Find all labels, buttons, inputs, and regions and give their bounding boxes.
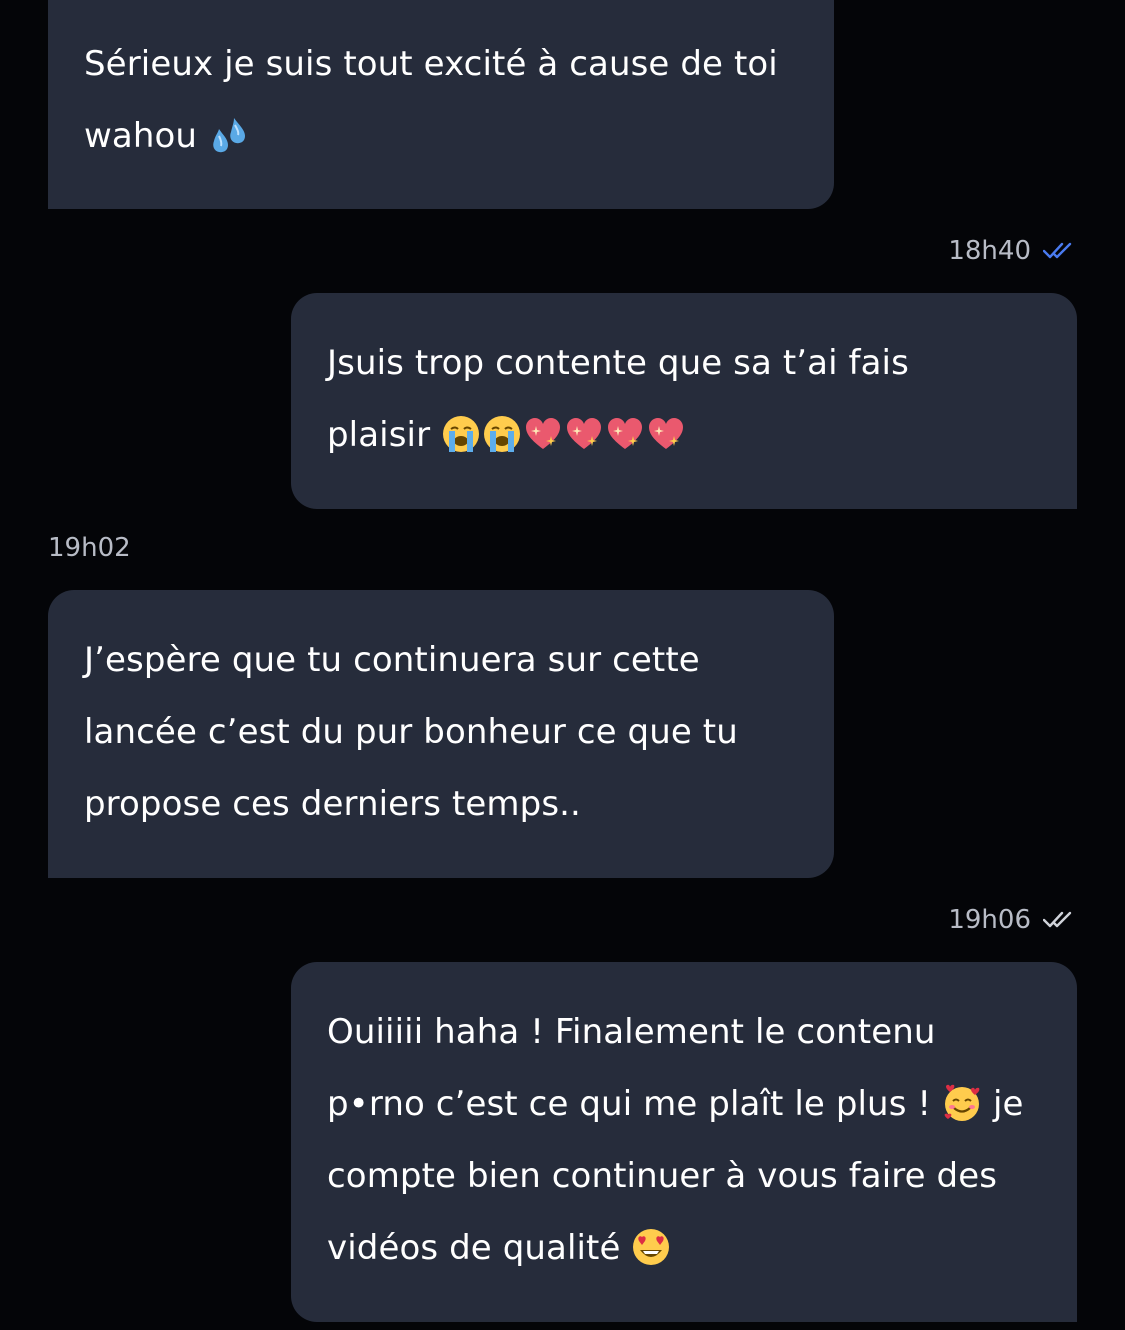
message-text-line: vidéos de qualité (327, 1228, 621, 1268)
message-text-line: lancée c’est du pur bonheur ce que tu (84, 712, 738, 752)
sparkling-heart-icon (523, 414, 563, 454)
sparkling-heart-icon (564, 414, 604, 454)
sweat-droplets-icon (208, 115, 248, 155)
message-timestamp: 18h40 (948, 236, 1077, 266)
message-timestamp: 19h06 (948, 905, 1077, 935)
message-bubble-outgoing[interactable]: Jsuis trop contente que sa t’ai fais pla… (291, 293, 1077, 509)
loudly-crying-face-icon (482, 414, 522, 454)
message-text-line: Jsuis trop contente que sa t’ai fais (327, 343, 909, 383)
sent-double-check-icon (1043, 910, 1077, 930)
message-text-line: J’espère que tu continuera sur cette (84, 640, 700, 680)
message-text-line: je (993, 1084, 1024, 1124)
message-text-line: plaisir (327, 415, 431, 455)
message-timestamp: 19h02 (48, 533, 131, 563)
read-receipt-double-check-icon (1043, 241, 1077, 261)
timestamp-text: 19h06 (948, 905, 1031, 935)
message-text-line: p•rno c’est ce qui me plaît le plus ! (327, 1084, 932, 1124)
smiling-face-with-hearts-icon (942, 1083, 982, 1123)
message-bubble-incoming[interactable]: Sérieux je suis tout excité à cause de t… (48, 0, 834, 209)
sparkling-heart-icon (646, 414, 686, 454)
message-text-line: wahou (84, 116, 198, 156)
message-bubble-outgoing[interactable]: Ouiiiii haha ! Finalement le contenu p•r… (291, 962, 1077, 1322)
timestamp-text: 18h40 (948, 236, 1031, 266)
heart-eyes-icon (631, 1227, 671, 1267)
message-text-line: propose ces derniers temps.. (84, 784, 581, 824)
message-text-line: Ouiiiii haha ! Finalement le contenu (327, 1012, 936, 1052)
sparkling-heart-icon (605, 414, 645, 454)
message-text-line: Sérieux je suis tout excité à cause de t… (84, 44, 778, 84)
timestamp-text: 19h02 (48, 533, 131, 563)
message-bubble-incoming[interactable]: J’espère que tu continuera sur cette lan… (48, 590, 834, 878)
loudly-crying-face-icon (441, 414, 481, 454)
message-text-line: compte bien continuer à vous faire des (327, 1156, 998, 1196)
